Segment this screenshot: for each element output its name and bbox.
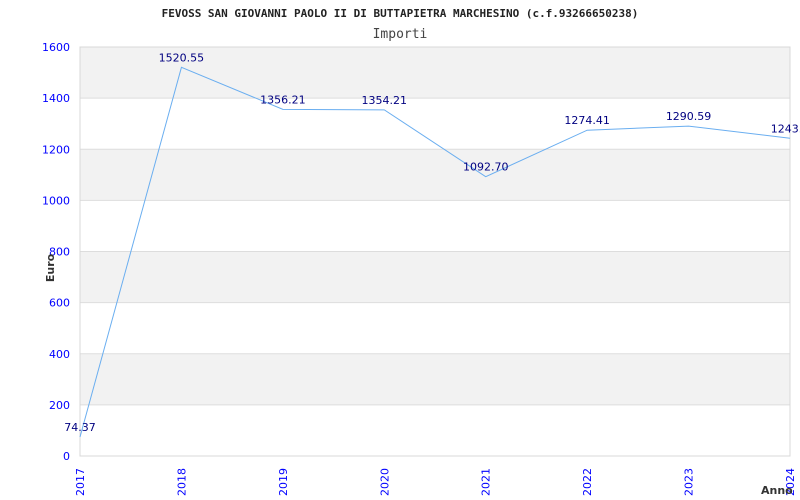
x-tick-label: 2022	[581, 468, 594, 496]
line-chart: 02004006008001000120014001600 2017 2018 20…	[42, 7, 800, 497]
grid-band	[80, 251, 790, 303]
y-tick-label: 1400	[42, 92, 70, 105]
x-tick-label: 2020	[378, 468, 391, 496]
x-tick-label: 2018	[175, 468, 188, 496]
data-label: 1290.59	[666, 110, 712, 123]
x-tick-label: 2017	[74, 468, 87, 496]
y-tick-label: 200	[49, 399, 70, 412]
data-label: 1274.41	[564, 114, 610, 127]
y-tick-label: 400	[49, 348, 70, 361]
grid-band	[80, 149, 790, 201]
chart-title: FEVOSS SAN GIOVANNI PAOLO II DI BUTTAPIE…	[162, 7, 639, 20]
chart-subtitle: Importi	[373, 27, 428, 42]
data-label: 1354.21	[362, 94, 408, 107]
data-label: 1356.21	[260, 93, 306, 106]
grid-band	[80, 353, 790, 405]
y-tick-label: 1600	[42, 41, 70, 54]
data-label: 1243.0	[771, 122, 800, 135]
y-axis-label: Euro	[44, 253, 57, 282]
data-label: 1520.55	[159, 51, 205, 64]
x-tick-label: 2019	[277, 468, 290, 496]
y-tick-label: 600	[49, 297, 70, 310]
y-tick-label: 1200	[42, 143, 70, 156]
x-tick-label: 2023	[683, 468, 696, 496]
data-label: 1092.70	[463, 161, 509, 174]
x-tick-label: 2021	[480, 468, 493, 496]
x-axis-label: Anno	[761, 484, 793, 497]
data-label: 74.37	[64, 421, 96, 434]
y-tick-label: 0	[63, 450, 70, 463]
y-tick-label: 1000	[42, 194, 70, 207]
